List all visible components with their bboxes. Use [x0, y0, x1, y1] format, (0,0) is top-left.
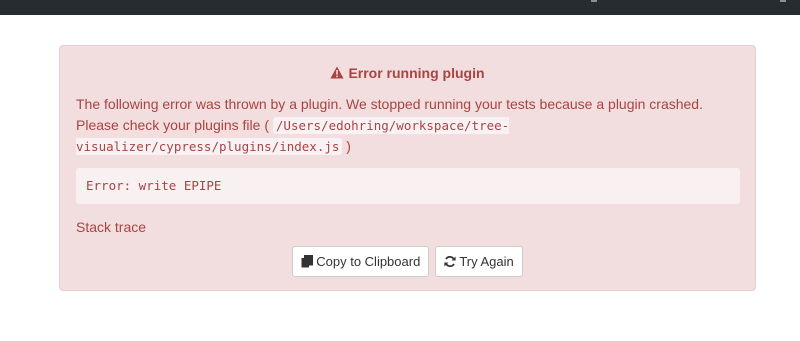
try-again-button-label: Try Again — [459, 254, 514, 269]
try-again-button[interactable]: Try Again — [435, 246, 523, 277]
warning-icon — [330, 66, 345, 79]
error-message-text: Error: write EPIPE — [86, 178, 222, 193]
copy-to-clipboard-button[interactable]: Copy to Clipboard — [292, 246, 430, 277]
error-message-block: Error: write EPIPE — [76, 168, 740, 204]
alert-title: Error running plugin — [60, 64, 755, 82]
button-row: Copy to Clipboard Try Again — [60, 246, 755, 277]
alert-message: The following error was thrown by a plug… — [76, 94, 746, 157]
top-bar-mark — [780, 0, 786, 2]
clipboard-icon — [301, 255, 314, 268]
error-alert: Error running plugin The following error… — [59, 45, 756, 291]
top-bar-mark — [591, 0, 597, 2]
stack-trace-toggle[interactable]: Stack trace — [76, 218, 146, 236]
alert-title-text: Error running plugin — [348, 65, 485, 81]
top-bar — [0, 0, 800, 15]
copy-button-label: Copy to Clipboard — [316, 254, 421, 269]
alert-message-end: ) — [346, 138, 351, 154]
refresh-icon — [444, 255, 456, 268]
